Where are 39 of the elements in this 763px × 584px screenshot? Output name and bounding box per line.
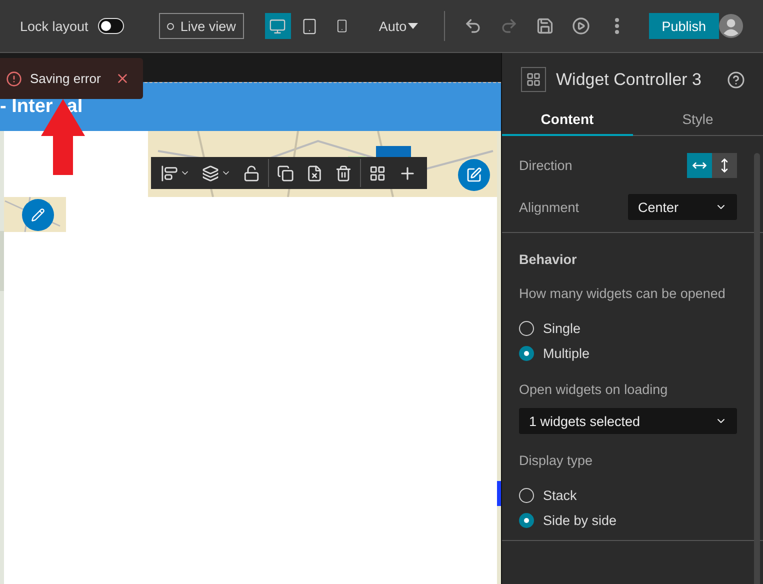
horizontal-direction-button[interactable] bbox=[687, 152, 712, 178]
phone-icon bbox=[334, 19, 349, 33]
vertical-direction-button[interactable] bbox=[712, 152, 737, 178]
field-label: How many widgets can be opened bbox=[519, 286, 726, 301]
avatar-icon[interactable] bbox=[719, 13, 744, 39]
field-label: Open widgets on loading bbox=[519, 382, 669, 397]
field-label: Alignment bbox=[519, 200, 580, 214]
desktop-icon bbox=[269, 18, 286, 34]
radio-option[interactable]: Multiple bbox=[519, 346, 737, 361]
undo-icon bbox=[464, 17, 482, 35]
help-icon[interactable] bbox=[727, 70, 745, 88]
size-dropdown[interactable]: Auto bbox=[378, 18, 418, 34]
field-label: Display type bbox=[519, 453, 594, 468]
live-view-button[interactable]: Live view bbox=[159, 13, 244, 39]
alignment-dropdown[interactable]: Center bbox=[628, 194, 737, 220]
radio-option[interactable]: Single bbox=[519, 321, 737, 336]
publish-button[interactable]: Publish bbox=[648, 13, 719, 39]
tab[interactable]: Content bbox=[502, 104, 632, 136]
section-heading: Behavior bbox=[519, 252, 578, 267]
field-label: Direction bbox=[519, 158, 572, 172]
redo-icon bbox=[500, 17, 518, 35]
panel-title: Widget Controller 3 bbox=[556, 70, 703, 90]
tab[interactable]: Style bbox=[632, 104, 763, 136]
alert-icon bbox=[6, 70, 22, 86]
save-icon bbox=[536, 17, 554, 35]
header-title: - Inter bbox=[0, 96, 53, 118]
lock-layout-toggle[interactable] bbox=[98, 18, 124, 34]
more-icon bbox=[614, 18, 619, 34]
tablet-icon bbox=[301, 18, 318, 34]
lock-layout-label: Lock layout bbox=[20, 18, 88, 34]
caret-icon bbox=[408, 22, 418, 30]
pencil-icon bbox=[31, 208, 45, 222]
radio-option[interactable]: Side by side bbox=[519, 513, 737, 528]
desktop-view-button[interactable] bbox=[264, 13, 291, 39]
radio-option[interactable]: Stack bbox=[519, 488, 737, 503]
toast-message: Saving error bbox=[30, 71, 101, 86]
widget-grid-icon bbox=[521, 67, 546, 92]
widgets-dropdown[interactable]: 1 widgets selected bbox=[519, 408, 737, 434]
play-icon bbox=[572, 17, 590, 35]
